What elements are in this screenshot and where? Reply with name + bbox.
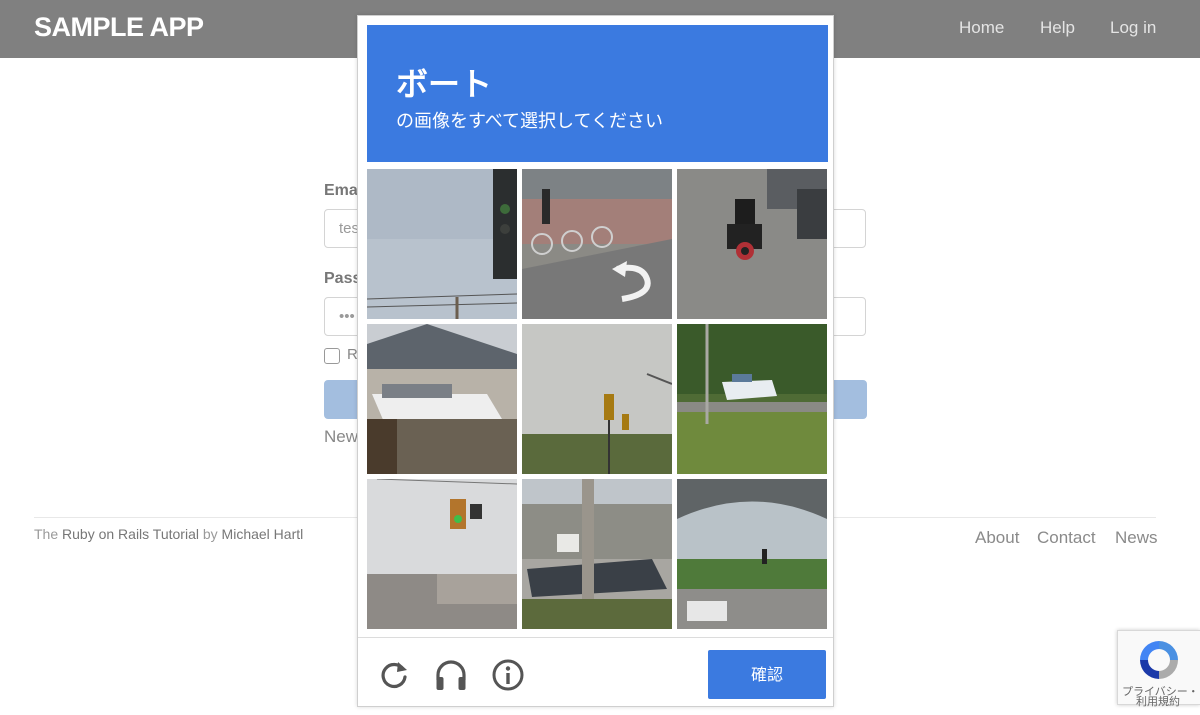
nav-home-link[interactable]: Home [959,18,1004,38]
challenge-tile-8[interactable] [522,479,672,629]
challenge-target-word: ボート [396,65,493,103]
challenge-tile-9[interactable] [677,479,827,629]
password-label: Pass [324,270,362,287]
brand-logo[interactable]: SAMPLE APP [34,12,204,43]
info-icon[interactable] [491,658,525,692]
footer-news-link[interactable]: News [1115,528,1158,548]
recaptcha-logo-icon [1140,641,1178,679]
reload-icon[interactable] [377,658,411,692]
footer-by: by [198,526,222,542]
recaptcha-badge[interactable]: プライバシー・ 利用規約 [1117,630,1200,708]
challenge-tile-4[interactable] [367,324,517,474]
footer-prefix: The [34,526,63,542]
author-link[interactable]: Michael Hartl [222,526,304,542]
challenge-tile-7[interactable] [367,479,517,629]
challenge-tile-6[interactable] [677,324,827,474]
footer-about-link[interactable]: About [975,528,1019,548]
nav-login-link[interactable]: Log in [1110,18,1156,38]
recaptcha-terms-link[interactable]: 利用規約 [1136,693,1180,709]
challenge-tile-2[interactable] [522,169,672,319]
email-label: Ema [324,182,358,199]
challenge-tile-5[interactable] [522,324,672,474]
rails-tutorial-link[interactable]: Ruby on Rails Tutorial [62,526,199,542]
challenge-tile-3[interactable] [677,169,827,319]
challenge-tile-1[interactable] [367,169,517,319]
challenge-header: ボート の画像をすべて選択してください [367,25,828,162]
footer-contact-link[interactable]: Contact [1037,528,1096,548]
audio-icon[interactable] [434,658,468,692]
challenge-instruction: の画像をすべて選択してください [396,111,663,132]
signup-prompt: New [324,427,359,446]
remember-me-checkbox[interactable] [324,348,340,364]
nav-help-link[interactable]: Help [1040,18,1075,38]
verify-button[interactable]: 確認 [708,650,826,699]
challenge-footer-divider [358,637,833,638]
footer-credit: The Ruby on Rails Tutorial by Michael Ha… [34,526,303,542]
recaptcha-challenge: ボート の画像をすべて選択してください 確認 [357,15,834,707]
